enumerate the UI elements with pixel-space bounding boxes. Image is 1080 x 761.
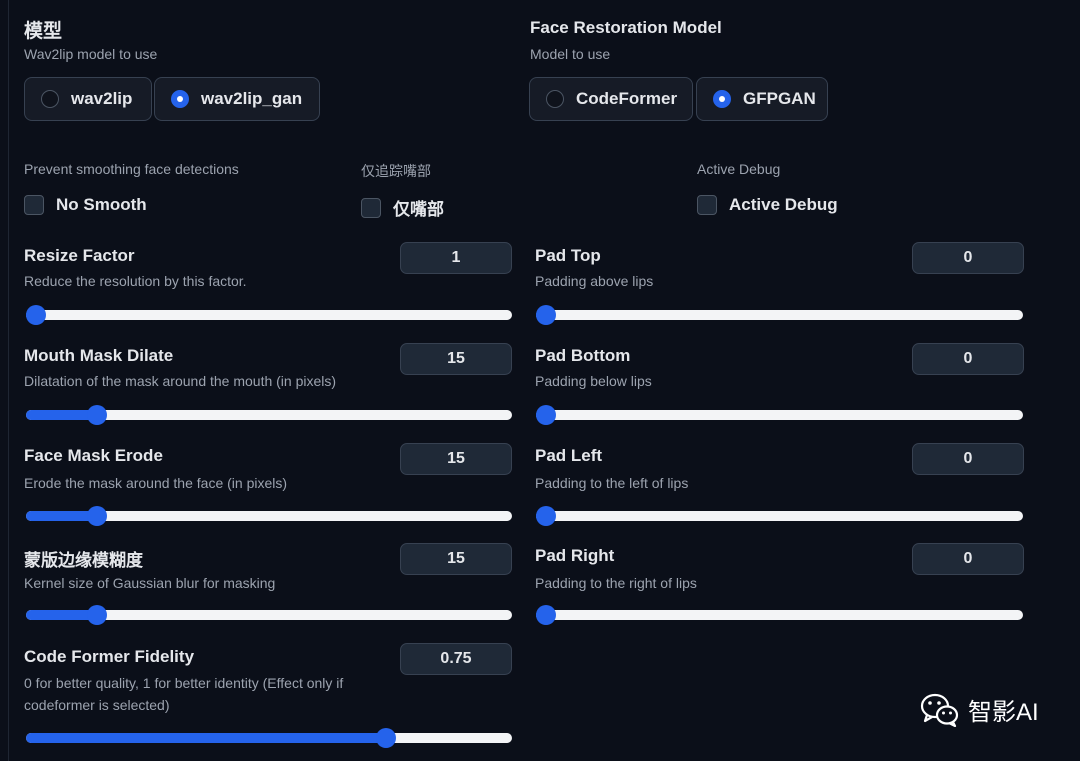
slider-thumb[interactable] xyxy=(26,305,46,325)
mouth-mask-dilate-desc: Dilatation of the mask around the mouth … xyxy=(24,373,337,389)
face-restoration-title: Face Restoration Model xyxy=(530,18,722,37)
watermark-text: 智影AI xyxy=(968,699,1039,726)
pad-bottom-input[interactable]: 0 xyxy=(912,343,1024,375)
pad-bottom-title: Pad Bottom xyxy=(535,346,631,365)
pad-left-desc: Padding to the left of lips xyxy=(535,475,689,491)
radio-codeformer[interactable]: CodeFormer xyxy=(529,77,693,121)
slider-thumb[interactable] xyxy=(536,506,556,526)
slider-track xyxy=(26,310,512,320)
slider-fill xyxy=(26,610,97,620)
slider-track xyxy=(536,410,1023,420)
pad-bottom-desc: Padding below lips xyxy=(535,373,652,389)
watermark: 智影AI xyxy=(920,692,1039,727)
checkbox-icon xyxy=(697,195,717,215)
radio-label: wav2lip_gan xyxy=(201,89,303,108)
pad-right-desc: Padding to the right of lips xyxy=(535,575,697,591)
codeformer-fidelity-desc-line2: codeformer is selected) xyxy=(24,697,170,713)
pad-top-slider[interactable] xyxy=(536,305,1023,325)
pad-left-slider[interactable] xyxy=(536,506,1023,526)
radio-label: wav2lip xyxy=(71,89,133,108)
mask-blur-title: 蒙版边缘模糊度 xyxy=(24,551,143,570)
checkbox-icon xyxy=(361,197,381,218)
checkbox-label: Active Debug xyxy=(729,195,838,214)
codeformer-fidelity-input[interactable]: 0.75 xyxy=(400,643,512,675)
radio-label: GFPGAN xyxy=(743,89,816,108)
active-debug-header: Active Debug xyxy=(697,161,781,177)
checkbox-label: No Smooth xyxy=(56,195,147,214)
resize-factor-input[interactable]: 1 xyxy=(400,242,512,274)
checkbox-label: 仅嘴部 xyxy=(393,200,444,219)
pad-right-input[interactable]: 0 xyxy=(912,543,1024,575)
codeformer-fidelity-desc-line1: 0 for better quality, 1 for better ident… xyxy=(24,675,344,691)
active-debug-checkbox[interactable]: Active Debug xyxy=(697,195,838,215)
pad-right-slider[interactable] xyxy=(536,605,1023,625)
face-mask-erode-input[interactable]: 15 xyxy=(400,443,512,475)
model-title: 模型 xyxy=(24,21,63,42)
slider-track xyxy=(536,511,1023,521)
pad-right-title: Pad Right xyxy=(535,546,615,565)
resize-factor-desc: Reduce the resolution by this factor. xyxy=(24,273,247,289)
slider-thumb[interactable] xyxy=(375,728,396,748)
slider-track xyxy=(536,310,1023,320)
slider-fill xyxy=(26,511,97,521)
slider-track xyxy=(536,610,1023,620)
slider-thumb[interactable] xyxy=(86,405,107,425)
codeformer-fidelity-title: Code Former Fidelity xyxy=(24,647,195,666)
no-smooth-header: Prevent smoothing face detections xyxy=(24,161,239,177)
mouth-only-checkbox[interactable]: 仅嘴部 xyxy=(361,195,444,220)
radio-wav2lip[interactable]: wav2lip xyxy=(24,77,152,121)
slider-fill xyxy=(26,733,386,743)
mouth-only-header: 仅追踪嘴部 xyxy=(361,163,431,179)
pad-left-title: Pad Left xyxy=(535,446,603,465)
radio-checked-icon xyxy=(713,90,731,108)
radio-wav2lip-gan[interactable]: wav2lip_gan xyxy=(154,77,320,121)
mouth-mask-dilate-input[interactable]: 15 xyxy=(400,343,512,375)
radio-gfpgan[interactable]: GFPGAN xyxy=(696,77,828,121)
pad-left-input[interactable]: 0 xyxy=(912,443,1024,475)
slider-fill xyxy=(26,410,97,420)
mask-blur-slider[interactable] xyxy=(26,605,512,625)
slider-thumb[interactable] xyxy=(86,605,107,625)
pad-top-title: Pad Top xyxy=(535,246,601,265)
slider-thumb[interactable] xyxy=(536,605,556,625)
slider-thumb[interactable] xyxy=(536,305,556,325)
wechat-icon xyxy=(920,693,959,727)
face-restoration-subtitle: Model to use xyxy=(530,46,611,62)
radio-unchecked-icon xyxy=(41,90,59,108)
face-mask-erode-slider[interactable] xyxy=(26,506,512,526)
pad-top-input[interactable]: 0 xyxy=(912,242,1024,274)
pad-top-desc: Padding above lips xyxy=(535,273,654,289)
radio-unchecked-icon xyxy=(546,90,564,108)
left-border xyxy=(8,0,9,761)
checkbox-icon xyxy=(24,195,44,215)
slider-track xyxy=(26,733,512,743)
radio-label: CodeFormer xyxy=(576,89,678,108)
resize-factor-slider[interactable] xyxy=(26,305,512,325)
mouth-mask-dilate-title: Mouth Mask Dilate xyxy=(24,346,174,365)
slider-thumb[interactable] xyxy=(536,405,556,425)
no-smooth-checkbox[interactable]: No Smooth xyxy=(24,195,147,215)
face-mask-erode-title: Face Mask Erode xyxy=(24,446,163,465)
mouth-mask-dilate-slider[interactable] xyxy=(26,405,512,425)
codeformer-fidelity-slider[interactable] xyxy=(26,728,512,748)
mask-blur-desc: Kernel size of Gaussian blur for masking xyxy=(24,575,276,591)
face-mask-erode-desc: Erode the mask around the face (in pixel… xyxy=(24,475,288,491)
radio-checked-icon xyxy=(171,90,189,108)
pad-bottom-slider[interactable] xyxy=(536,405,1023,425)
slider-thumb[interactable] xyxy=(86,506,107,526)
model-subtitle: Wav2lip model to use xyxy=(24,46,158,62)
mask-blur-input[interactable]: 15 xyxy=(400,543,512,575)
resize-factor-title: Resize Factor xyxy=(24,246,135,265)
